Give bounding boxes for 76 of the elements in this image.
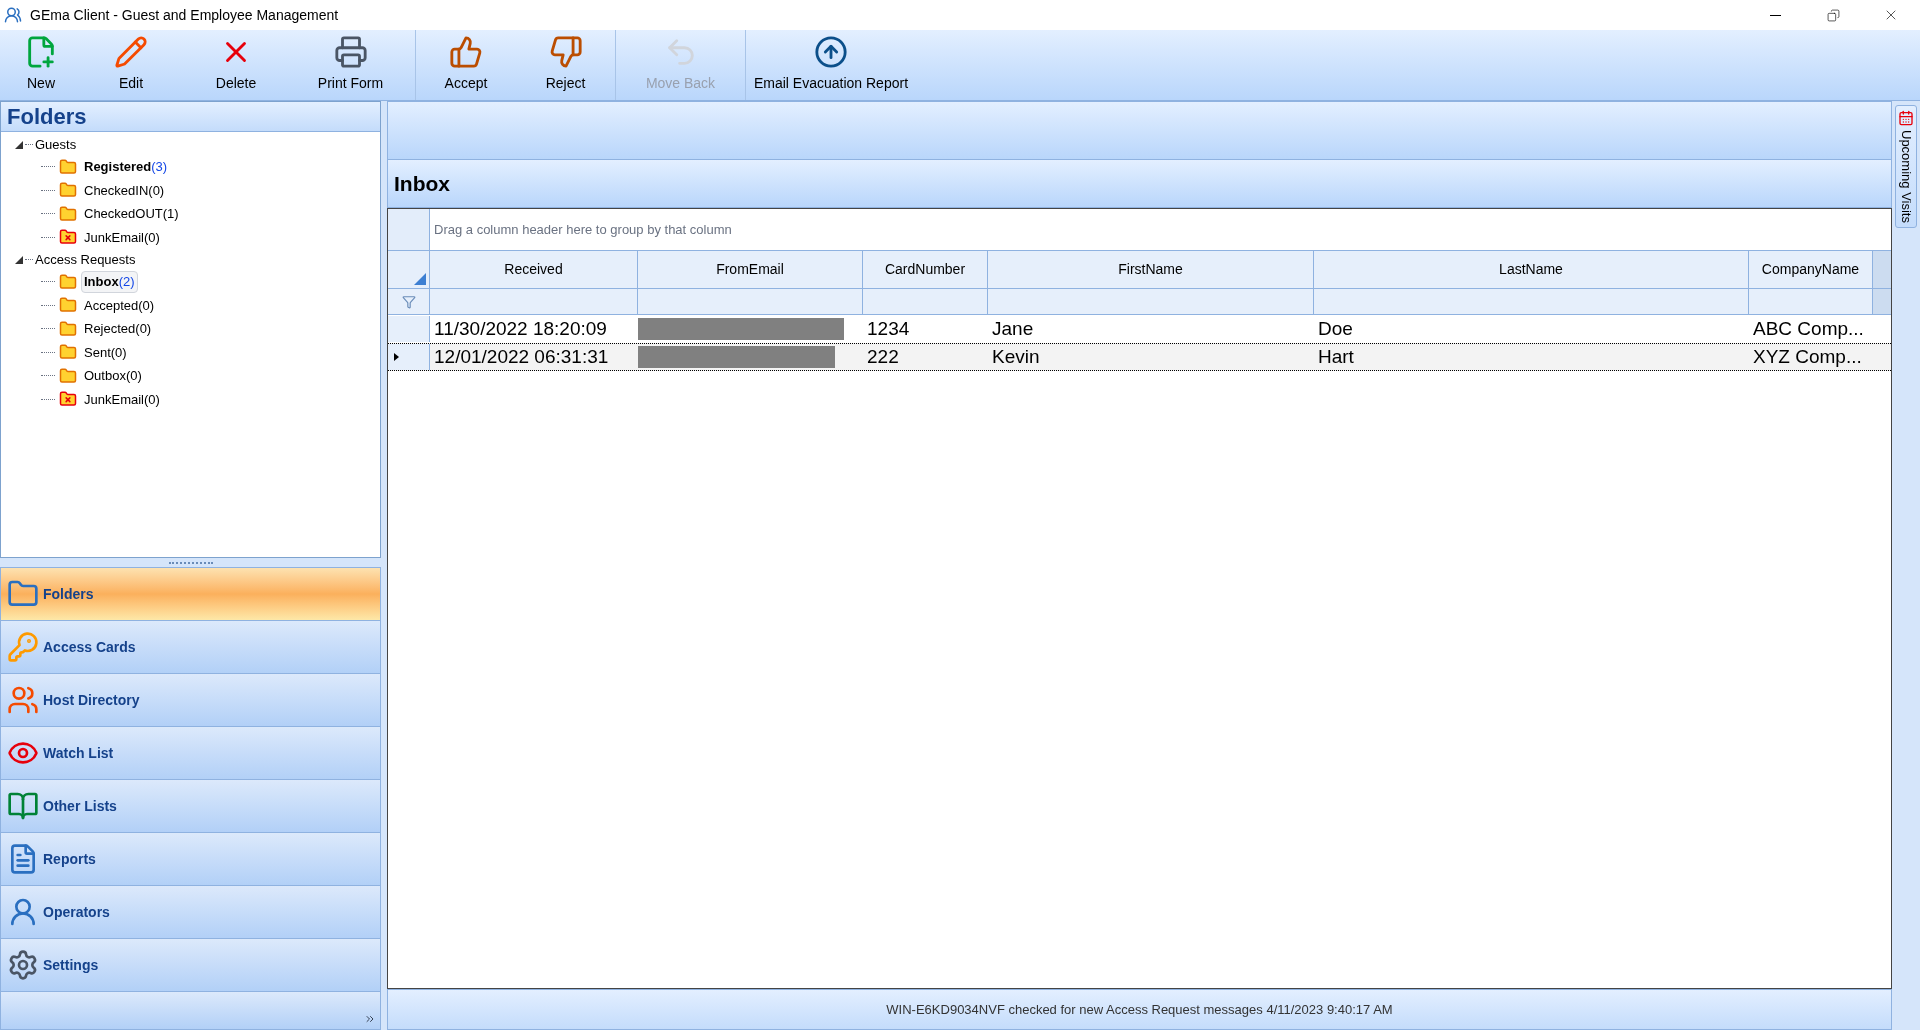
column-header[interactable]: FromEmail (638, 251, 863, 288)
key-icon (7, 631, 39, 663)
inbox-title: Inbox (387, 160, 1892, 208)
calendar-icon (1898, 110, 1914, 126)
window-title: GEma Client - Guest and Employee Management (30, 5, 339, 25)
junk-folder-icon (59, 228, 77, 247)
tree-group[interactable]: Access Requests (35, 249, 136, 270)
minimize-icon (1769, 14, 1781, 16)
column-header[interactable]: Received (430, 251, 638, 288)
overflow-chevron-icon[interactable] (364, 1013, 376, 1025)
gear-icon (7, 949, 39, 981)
side-tab[interactable]: Upcoming Visits (1895, 105, 1917, 228)
table-cell-text: 1234 (867, 316, 910, 341)
folder-item[interactable]: CheckedIN(0) (81, 179, 168, 201)
pencil-icon (114, 35, 148, 69)
toolbar-button[interactable]: Accept (416, 30, 516, 100)
toolbar-button[interactable]: Edit (76, 30, 186, 100)
folder-icon (59, 157, 77, 176)
collapse-triangle-icon[interactable] (15, 255, 23, 264)
toolbar-button[interactable]: New (6, 30, 76, 100)
navigation-button[interactable]: Operators (0, 885, 381, 939)
corner-triangle-icon (414, 273, 426, 285)
folder-icon (59, 272, 77, 291)
junk-folder-icon (59, 390, 77, 409)
book-icon (7, 790, 39, 822)
row-pointer-icon (394, 353, 399, 361)
folder-item[interactable]: Sent(0) (81, 341, 130, 363)
folder-item[interactable]: Registered(3) (81, 156, 171, 178)
table-cell-text: Doe (1318, 316, 1353, 341)
folder-item[interactable]: Inbox(2) (81, 271, 138, 293)
up-arrow-circle-icon (814, 35, 848, 69)
folder-icon (59, 296, 77, 315)
table-cell-text: XYZ Comp... (1753, 344, 1862, 369)
navigation-button[interactable]: Settings (0, 938, 381, 992)
folder-icon (59, 319, 77, 338)
table-cell-text: ABC Comp... (1753, 316, 1864, 341)
table-cell-text: Hart (1318, 344, 1354, 369)
folder-item[interactable]: JunkEmail(0) (81, 388, 163, 410)
table-cell-text: 11/30/2022 18:20:09 (434, 316, 607, 341)
folder-icon (59, 204, 77, 223)
folder-item[interactable]: Accepted(0) (81, 294, 158, 316)
filter-icon[interactable] (401, 294, 416, 309)
folder-item[interactable]: CheckedOUT(1) (81, 203, 182, 225)
navigation-button[interactable]: Reports (0, 832, 381, 886)
toolbar-button[interactable]: Email Evacuation Report (746, 30, 916, 100)
folder-icon (59, 343, 77, 362)
people-icon (7, 684, 39, 716)
collapse-triangle-icon[interactable] (15, 140, 23, 149)
thumbs-up-icon (449, 35, 483, 69)
column-header[interactable]: CardNumber (863, 251, 988, 288)
folder-icon (59, 181, 77, 200)
panel-title: Folders (1, 102, 380, 132)
table-cell-text: 222 (867, 344, 899, 369)
status-bar: WIN-E6KD9034NVF checked for new Access Request messages 4/11/2023 9:40:17 AM (387, 989, 1892, 1030)
navigation-button[interactable]: Folders (0, 567, 381, 621)
folder-item[interactable]: Outbox(0) (81, 365, 145, 387)
table-row[interactable]: 12/01/2022 06:31:31 222 Kevin Hart XYZ Comp... (388, 343, 1891, 371)
restore-icon (1826, 8, 1840, 22)
navigation-button[interactable]: Host Directory (0, 673, 381, 727)
navigation-button[interactable]: Watch List (0, 726, 381, 780)
table-cell-text: 12/01/2022 06:31:31 (434, 344, 609, 369)
printer-icon (333, 35, 368, 69)
group-by-hint: Drag a column header here to group by that column (433, 220, 732, 239)
table-cell-text: Jane (992, 316, 1034, 341)
navigation-button[interactable]: Other Lists (0, 779, 381, 833)
navigation-button[interactable]: Access Cards (0, 620, 381, 674)
column-header[interactable]: LastName (1314, 251, 1749, 288)
folder-icon (59, 366, 77, 385)
folder-item[interactable]: JunkEmail(0) (81, 226, 163, 248)
toolbar-button[interactable]: Delete (186, 30, 286, 100)
folder-item[interactable]: Rejected(0) (81, 318, 155, 340)
thumbs-down-icon (548, 35, 583, 69)
column-header[interactable]: FirstName (988, 251, 1314, 288)
app-icon (4, 6, 22, 24)
table-cell-text: Kevin (992, 344, 1040, 369)
tree-group[interactable]: Guests (35, 134, 77, 155)
